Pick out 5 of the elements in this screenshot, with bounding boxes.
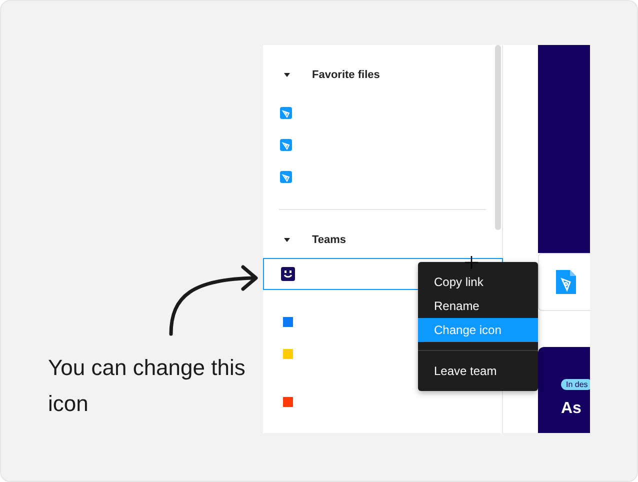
section-title: Favorite files bbox=[312, 69, 380, 81]
status-badge: In des bbox=[561, 379, 590, 390]
section-title: Teams bbox=[312, 234, 346, 246]
card-heading: As bbox=[561, 400, 582, 418]
caption-text: You can change this icon bbox=[48, 354, 246, 418]
